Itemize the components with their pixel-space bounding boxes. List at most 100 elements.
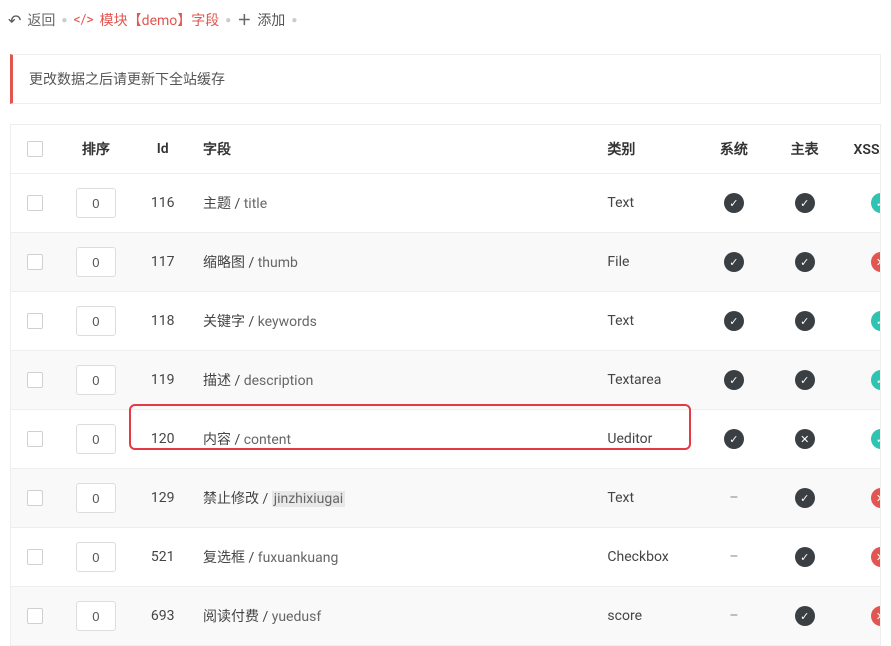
main-cell: ✓: [769, 351, 840, 410]
check-icon[interactable]: ✓: [724, 429, 744, 449]
plus-icon[interactable]: ＋: [237, 10, 251, 30]
x-icon[interactable]: ✕: [871, 488, 881, 508]
type-cell: Text: [597, 469, 698, 528]
sort-input[interactable]: [76, 542, 116, 572]
breadcrumb-label[interactable]: 模块【demo】字段: [100, 10, 220, 30]
sort-cell: [60, 528, 133, 587]
row-checkbox[interactable]: [27, 372, 43, 388]
table-row: 116主题 / titleText✓✓✓: [11, 174, 881, 233]
row-checkbox-cell: [11, 174, 60, 233]
check-icon[interactable]: ✓: [795, 488, 815, 508]
xss-cell: ✕: [840, 587, 881, 646]
field-label: 阅读付费: [203, 609, 259, 625]
header-id: Id: [132, 125, 193, 174]
check-icon[interactable]: ✓: [795, 547, 815, 567]
xss-cell: ✓: [840, 410, 881, 469]
x-icon[interactable]: ✕: [871, 252, 881, 272]
check-icon[interactable]: ✓: [871, 193, 881, 213]
system-cell: –: [699, 528, 770, 587]
add-label[interactable]: 添加: [257, 10, 285, 30]
check-icon[interactable]: ✓: [724, 370, 744, 390]
row-checkbox[interactable]: [27, 490, 43, 506]
row-checkbox-cell: [11, 587, 60, 646]
x-icon[interactable]: ✕: [871, 547, 881, 567]
sort-input[interactable]: [76, 188, 116, 218]
sort-input[interactable]: [76, 601, 116, 631]
sort-cell: [60, 233, 133, 292]
check-icon[interactable]: ✓: [871, 311, 881, 331]
check-icon[interactable]: ✓: [724, 252, 744, 272]
type-cell: Ueditor: [597, 410, 698, 469]
field-label: 描述: [203, 373, 231, 389]
system-cell: ✓: [699, 174, 770, 233]
x-icon[interactable]: ✕: [795, 429, 815, 449]
header-system: 系统: [699, 125, 770, 174]
type-cell: Textarea: [597, 351, 698, 410]
system-cell: ✓: [699, 233, 770, 292]
row-checkbox[interactable]: [27, 549, 43, 565]
check-icon[interactable]: ✓: [871, 370, 881, 390]
main-cell: ✓: [769, 233, 840, 292]
table-row: 693阅读付费 / yuedusfscore– ✓ ✕: [11, 587, 881, 646]
xss-cell: ✓: [840, 351, 881, 410]
x-icon[interactable]: ✕: [871, 606, 881, 626]
row-checkbox-cell: [11, 351, 60, 410]
field-code: description: [244, 373, 314, 389]
row-checkbox[interactable]: [27, 195, 43, 211]
id-cell: 693: [132, 587, 193, 646]
check-icon[interactable]: ✓: [795, 193, 815, 213]
table-row: 118关键字 / keywordsText✓✓✓: [11, 292, 881, 351]
table-row: 119描述 / descriptionTextarea ✓ ✓ ✓: [11, 351, 881, 410]
header-xss: XSS过滤: [840, 125, 881, 174]
field-label: 缩略图: [203, 255, 245, 271]
type-cell: score: [597, 587, 698, 646]
field-cell[interactable]: 关键字 / keywords: [193, 292, 597, 351]
separator-dot: ●: [225, 15, 231, 26]
header-sort: 排序: [60, 125, 133, 174]
sort-input[interactable]: [76, 365, 116, 395]
check-icon[interactable]: ✓: [795, 370, 815, 390]
field-label: 内容: [203, 432, 231, 448]
field-cell[interactable]: 主题 / title: [193, 174, 597, 233]
type-cell: File: [597, 233, 698, 292]
row-checkbox-cell: [11, 292, 60, 351]
id-cell: 119: [132, 351, 193, 410]
table-row: 129禁止修改 / jinzhixiugaiText–✓✕: [11, 469, 881, 528]
field-code: jinzhixiugai: [272, 491, 346, 507]
sort-input[interactable]: [76, 424, 116, 454]
xss-cell: ✕: [840, 469, 881, 528]
header-checkbox[interactable]: [11, 125, 60, 174]
dash-icon: –: [729, 490, 738, 506]
field-cell[interactable]: 禁止修改 / jinzhixiugai: [193, 469, 597, 528]
row-checkbox[interactable]: [27, 313, 43, 329]
field-cell[interactable]: 缩略图 / thumb: [193, 233, 597, 292]
back-icon[interactable]: ↶: [8, 11, 21, 30]
back-label[interactable]: 返回: [27, 10, 55, 30]
sort-cell: [60, 174, 133, 233]
id-cell: 117: [132, 233, 193, 292]
sort-input[interactable]: [76, 483, 116, 513]
system-cell: –: [699, 587, 770, 646]
row-checkbox[interactable]: [27, 608, 43, 624]
check-icon[interactable]: ✓: [871, 429, 881, 449]
row-checkbox[interactable]: [27, 431, 43, 447]
check-icon[interactable]: ✓: [724, 311, 744, 331]
separator-dot: ●: [291, 15, 297, 26]
field-cell[interactable]: 复选框 / fuxuankuang: [193, 528, 597, 587]
row-checkbox-cell: [11, 469, 60, 528]
check-icon[interactable]: ✓: [795, 311, 815, 331]
field-cell[interactable]: 阅读付费 / yuedusf: [193, 587, 597, 646]
field-label: 主题: [203, 196, 231, 212]
row-checkbox[interactable]: [27, 254, 43, 270]
system-cell: ✓: [699, 292, 770, 351]
check-icon[interactable]: ✓: [795, 252, 815, 272]
sort-input[interactable]: [76, 247, 116, 277]
field-cell[interactable]: 描述 / description: [193, 351, 597, 410]
check-icon[interactable]: ✓: [795, 606, 815, 626]
type-cell: Text: [597, 174, 698, 233]
field-code: keywords: [258, 314, 317, 330]
main-cell: ✓: [769, 587, 840, 646]
sort-input[interactable]: [76, 306, 116, 336]
field-cell[interactable]: 内容 / content: [193, 410, 597, 469]
check-icon[interactable]: ✓: [724, 193, 744, 213]
